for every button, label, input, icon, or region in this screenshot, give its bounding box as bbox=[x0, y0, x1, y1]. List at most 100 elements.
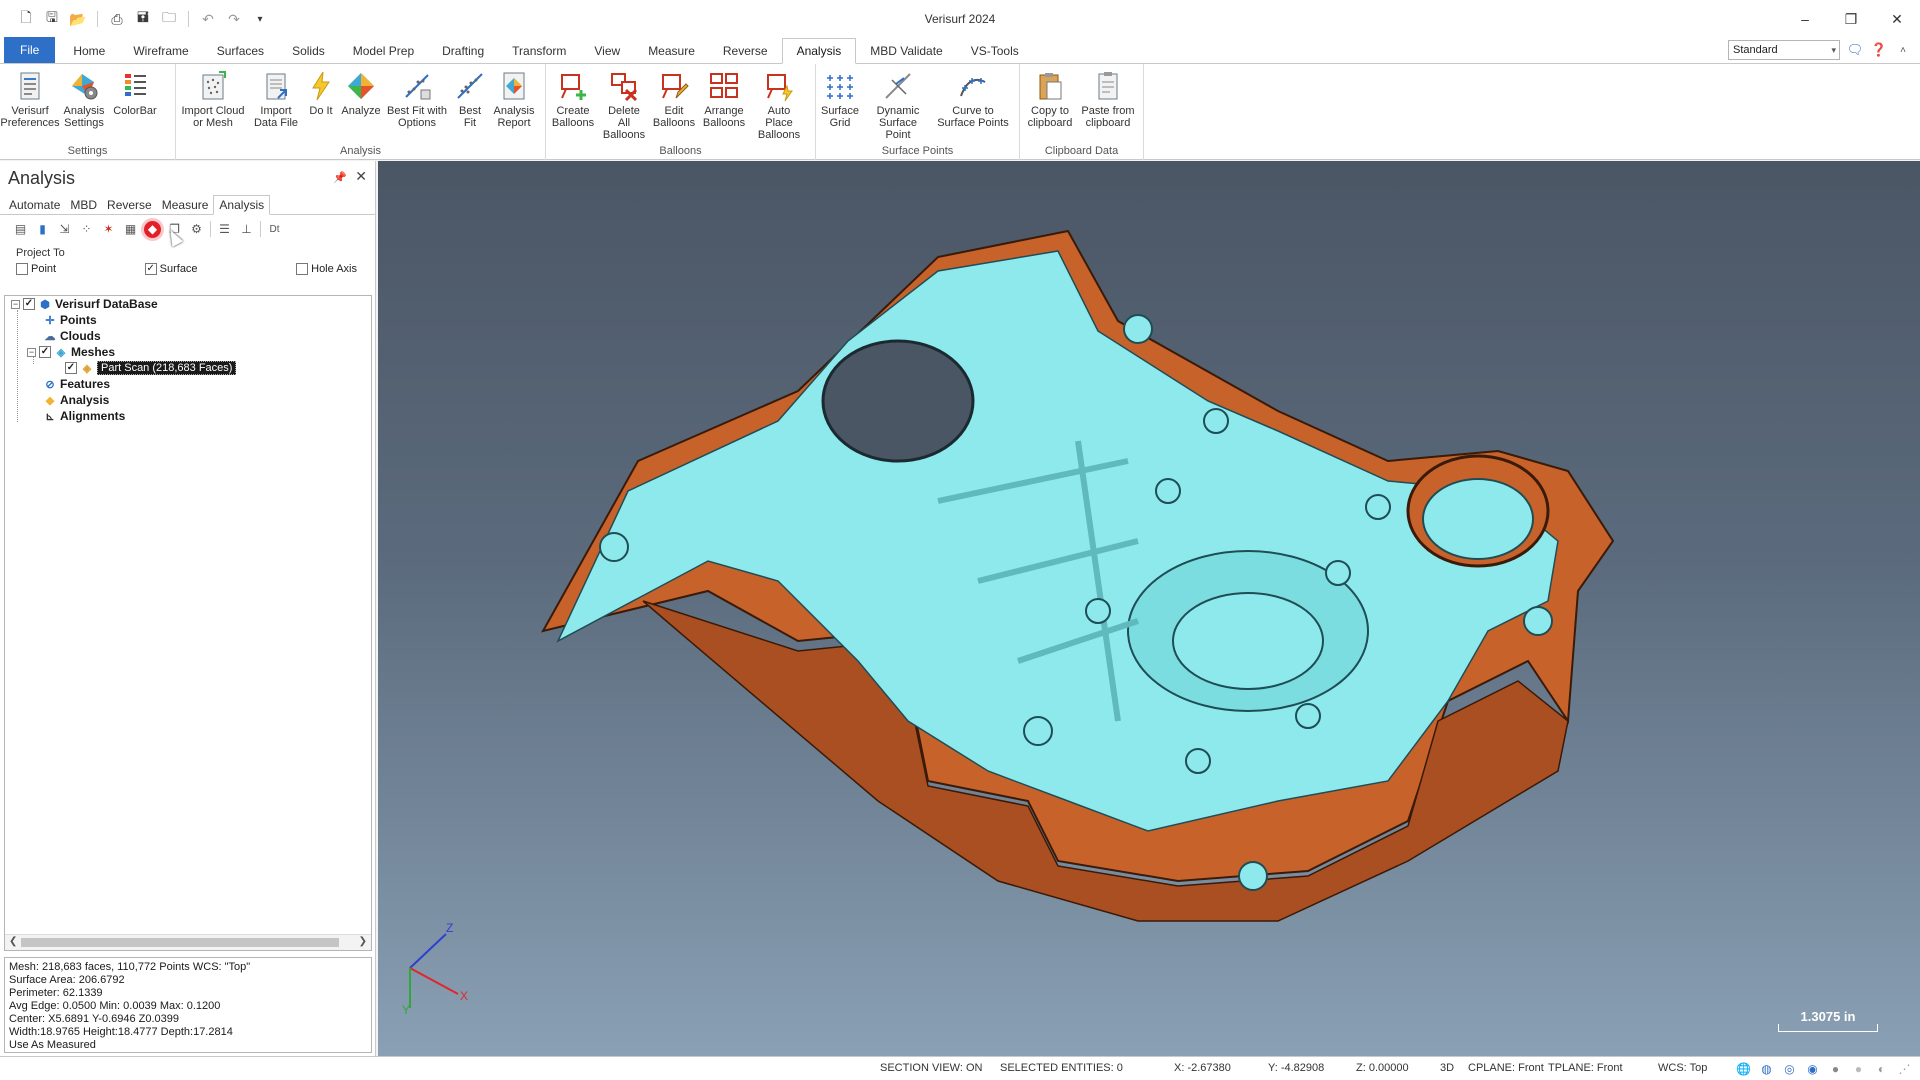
tree-item-alignments[interactable]: ⊾ Alignments bbox=[43, 408, 125, 424]
globe-icon[interactable]: 🌐 bbox=[1736, 1061, 1751, 1076]
list-icon[interactable]: ☰ bbox=[216, 221, 233, 238]
3d-viewport[interactable]: Z X Y 1.3075 in bbox=[378, 161, 1920, 1056]
cplane-status[interactable]: CPLANE: Front bbox=[1468, 1062, 1544, 1074]
text-tool-icon[interactable]: Dt bbox=[266, 221, 283, 238]
info-line: Mesh: 218,683 faces, 110,772 Points WCS:… bbox=[9, 961, 251, 973]
chart-icon[interactable]: ▦ bbox=[122, 221, 139, 238]
tab-drafting[interactable]: Drafting bbox=[428, 39, 498, 63]
tree-item-clouds[interactable]: ☁ Clouds bbox=[43, 328, 101, 344]
tab-analysis[interactable]: Analysis bbox=[781, 38, 857, 64]
toolbar-separator bbox=[260, 221, 261, 237]
tab-measure[interactable]: Measure bbox=[634, 39, 709, 63]
analyze-surface-icon[interactable]: ◆ bbox=[144, 220, 161, 238]
shaded-icon[interactable]: ◉ bbox=[1805, 1061, 1820, 1076]
close-icon[interactable]: ✕ bbox=[1874, 0, 1920, 38]
pin-icon[interactable]: 📌 bbox=[333, 171, 347, 184]
axis-icon[interactable]: ⊥ bbox=[238, 221, 255, 238]
subtab-reverse[interactable]: Reverse bbox=[102, 196, 157, 214]
resize-grip-icon[interactable]: ⋰ bbox=[1897, 1061, 1912, 1076]
scatter-icon[interactable]: ✶ bbox=[100, 221, 117, 238]
wcs-status[interactable]: WCS: Top bbox=[1658, 1062, 1707, 1074]
group-analysis: Import Cloud or Mesh Import Data File Do… bbox=[176, 64, 546, 160]
panel-title: Analysis bbox=[8, 167, 76, 188]
surface-checkbox[interactable]: ✓ Surface bbox=[144, 263, 198, 275]
tree-item-analysis[interactable]: ◆ Analysis bbox=[43, 392, 110, 408]
tab-view[interactable]: View bbox=[580, 39, 634, 63]
part-surface-cyan bbox=[556, 250, 1559, 832]
point-cloud-icon[interactable]: ⁘ bbox=[78, 221, 95, 238]
tab-home[interactable]: Home bbox=[59, 39, 119, 63]
tree-item-points[interactable]: ✛ Points bbox=[43, 312, 96, 328]
hole-axis-checkbox[interactable]: Hole Axis bbox=[296, 263, 357, 275]
qat-separator bbox=[188, 11, 189, 27]
tab-surfaces[interactable]: Surfaces bbox=[203, 39, 278, 63]
view-mode[interactable]: 3D bbox=[1440, 1062, 1454, 1074]
tree-root[interactable]: − ✓ ⬢ Verisurf DataBase bbox=[11, 296, 158, 312]
database-tree: − ✓ ⬢ Verisurf DataBase ✛ Points ☁ Cloud… bbox=[4, 295, 372, 951]
tab-solids[interactable]: Solids bbox=[278, 39, 339, 63]
world-icon[interactable]: ◍ bbox=[1759, 1061, 1774, 1076]
ribbon-right-controls: Standard ▾ 🗨 ❓ ˄ bbox=[1728, 40, 1912, 60]
tab-file[interactable]: File bbox=[4, 37, 56, 63]
print-icon[interactable]: ⎙ bbox=[107, 9, 127, 29]
sphere-icon[interactable]: ● bbox=[1828, 1061, 1843, 1076]
maximize-icon[interactable]: ❐ bbox=[1828, 0, 1874, 38]
undo-icon[interactable]: ↶ bbox=[198, 9, 218, 29]
render-icon[interactable]: ◐ bbox=[1874, 1061, 1889, 1076]
tab-reverse[interactable]: Reverse bbox=[709, 39, 782, 63]
tree-item-meshes[interactable]: − ✓ ◈ Meshes bbox=[27, 344, 115, 360]
report-icon[interactable]: ▤ bbox=[12, 221, 29, 238]
tab-transform[interactable]: Transform bbox=[498, 39, 580, 63]
customize-icon[interactable]: ▾ bbox=[250, 9, 270, 29]
tplane-status[interactable]: TPLANE: Front bbox=[1548, 1062, 1623, 1074]
checkbox-checked[interactable]: ✓ bbox=[39, 346, 51, 358]
comment-icon[interactable]: 🗨 bbox=[1846, 41, 1864, 59]
delete-balloons-icon bbox=[611, 73, 638, 102]
group-label-surface-points: Surface Points bbox=[881, 145, 954, 157]
new-icon[interactable]: 🗋 bbox=[16, 9, 36, 29]
section-view-status[interactable]: SECTION VIEW: ON bbox=[880, 1062, 982, 1074]
chevron-down-icon: ▾ bbox=[1831, 45, 1836, 55]
save-icon[interactable]: 🖫 bbox=[42, 9, 62, 29]
redo-icon[interactable]: ↷ bbox=[224, 9, 244, 29]
arrange-balloons-label: Arrange Balloons bbox=[702, 105, 746, 129]
help-icon[interactable]: ❓ bbox=[1870, 41, 1888, 59]
subtab-mbd[interactable]: MBD bbox=[65, 196, 102, 214]
tree-item-part-scan[interactable]: ✓ ◈ Part Scan (218,683 Faces) bbox=[65, 360, 237, 376]
tab-vs-tools[interactable]: VS-Tools bbox=[957, 39, 1033, 63]
light-sphere-icon[interactable]: ● bbox=[1851, 1061, 1866, 1076]
checkbox-checked[interactable]: ✓ bbox=[65, 362, 77, 374]
analysis-settings-icon bbox=[72, 74, 98, 100]
point-checkbox[interactable]: Point bbox=[16, 263, 56, 275]
subtab-analysis[interactable]: Analysis bbox=[213, 195, 271, 215]
ribbon-tabs: File Home Wireframe Surfaces Solids Mode… bbox=[0, 37, 1920, 64]
collapse-icon[interactable]: − bbox=[11, 299, 20, 309]
minimize-icon[interactable]: – bbox=[1782, 0, 1828, 38]
subtab-measure[interactable]: Measure bbox=[157, 196, 214, 214]
wireframe-icon[interactable]: ◎ bbox=[1782, 1061, 1797, 1076]
workspace-select[interactable]: Standard ▾ bbox=[1728, 40, 1840, 60]
tree-root-label: Verisurf DataBase bbox=[55, 297, 158, 311]
import-icon[interactable]: ⇲ bbox=[56, 221, 73, 238]
tree-horizontal-scrollbar[interactable]: ❮ ❯ bbox=[5, 934, 371, 950]
collapse-icon[interactable]: − bbox=[27, 347, 36, 357]
folder-icon[interactable]: 🗀 bbox=[159, 9, 179, 29]
scrollbar-thumb[interactable] bbox=[21, 938, 339, 947]
tree-item-features[interactable]: ⊘ Features bbox=[43, 376, 110, 392]
save-as-icon[interactable]: 🖬 bbox=[133, 9, 153, 29]
scroll-right-icon[interactable]: ❯ bbox=[359, 936, 367, 947]
info-line: Surface Area: 206.6792 bbox=[9, 974, 125, 986]
tab-mbd-validate[interactable]: MBD Validate bbox=[856, 39, 956, 63]
collapse-ribbon-icon[interactable]: ˄ bbox=[1894, 41, 1912, 59]
selected-entities-status: SELECTED ENTITIES: 0 bbox=[1000, 1062, 1123, 1074]
close-icon[interactable]: ✕ bbox=[355, 168, 367, 185]
checkbox-checked[interactable]: ✓ bbox=[23, 298, 35, 310]
tab-model-prep[interactable]: Model Prep bbox=[339, 39, 428, 63]
scroll-left-icon[interactable]: ❮ bbox=[9, 936, 17, 947]
mesh-settings-icon[interactable]: ⚙ bbox=[188, 221, 205, 238]
axis-z-label: Z bbox=[446, 921, 453, 935]
database-icon[interactable]: ▮ bbox=[34, 221, 51, 238]
tab-wireframe[interactable]: Wireframe bbox=[119, 39, 202, 63]
open-icon[interactable]: 📂 bbox=[68, 9, 88, 29]
subtab-automate[interactable]: Automate bbox=[4, 196, 65, 214]
